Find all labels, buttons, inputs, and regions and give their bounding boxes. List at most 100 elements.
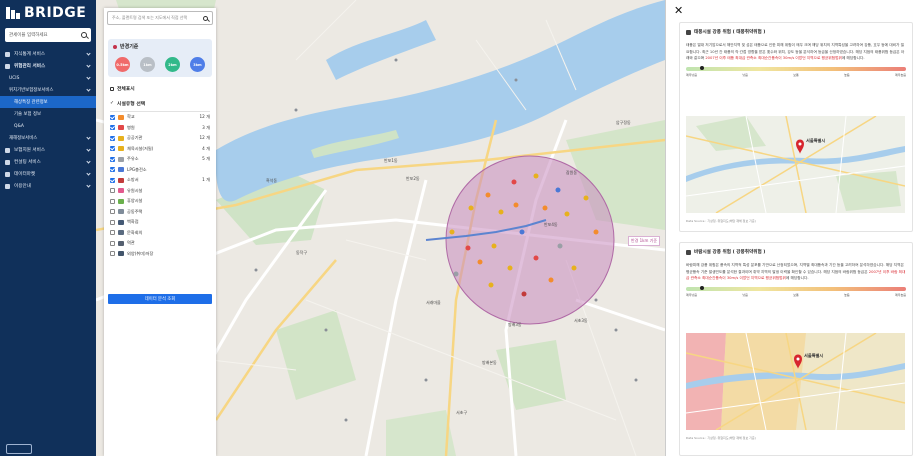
facility-row[interactable]: 학교 12 개 — [110, 112, 210, 123]
risk-level-label: 낮음 — [742, 72, 748, 77]
report-panel: ✕ 태풍시설 강풍 위험 ( 태풍취약위험 ) 태풍은 열대 저기압으로서 해안… — [665, 0, 918, 456]
facility-checkbox[interactable] — [110, 177, 115, 183]
analyze-button[interactable]: 데이터 분석 조회 — [108, 294, 212, 304]
brand-logo[interactable]: BRIDGE — [0, 0, 96, 26]
facility-row[interactable]: 유원시설 — [110, 186, 210, 197]
radius-option-3[interactable]: 3km — [190, 57, 205, 72]
facility-type-icon — [118, 135, 124, 141]
facility-checkbox[interactable] — [110, 230, 115, 236]
map-search-placeholder: 주소, 플랜트명 검색 또는 지도에서 직접 선택 — [112, 15, 188, 20]
radius-options: 0.5km 1km 2km 3km — [113, 57, 207, 72]
radius-selector: 반경기준 0.5km 1km 2km 3km — [108, 39, 212, 77]
facility-checkbox[interactable] — [110, 251, 115, 257]
facility-checkbox[interactable] — [110, 188, 115, 194]
facility-checkbox[interactable] — [110, 198, 115, 204]
sidebar-menu: 지식통계 서비스위험관리 서비스 UCIS 위치기반보험정보서비스 해상특징 관련정보… — [0, 48, 96, 192]
sidebar-item-8[interactable]: 보험지원 서비스 — [0, 144, 96, 156]
sidebar-item-label: 컨설팅 서비스 — [14, 160, 41, 165]
search-icon[interactable] — [81, 32, 87, 38]
facility-label: 휴양시설 — [127, 198, 143, 204]
sidebar-item-0[interactable]: 지식통계 서비스 — [0, 48, 96, 60]
sidebar-search-placeholder: 관세이율 입력하세요 — [9, 33, 48, 38]
map-place-label: 방배본동 — [482, 360, 497, 365]
facility-row[interactable]: 백화점 — [110, 217, 210, 228]
facility-count: 5 개 — [202, 156, 210, 162]
facility-row[interactable]: 체육시설(저밀) 4 개 — [110, 144, 210, 155]
sidebar-item-9[interactable]: 컨설팅 서비스 — [0, 156, 96, 168]
search-icon[interactable] — [203, 15, 208, 21]
map-search-input[interactable]: 주소, 플랜트명 검색 또는 지도에서 직접 선택 — [107, 11, 213, 25]
facility-checkbox[interactable] — [110, 209, 115, 215]
sidebar: BRIDGE 관세이율 입력하세요 지식통계 서비스위험관리 서비스 UCIS 위치… — [0, 0, 96, 456]
brand-name: BRIDGE — [24, 5, 87, 21]
facility-type-icon — [118, 156, 124, 162]
map-place-label: 잠원동 — [566, 170, 578, 175]
facility-label: LPG충전소 — [127, 166, 147, 172]
facility-row[interactable]: 역관 — [110, 238, 210, 249]
facility-row[interactable]: 외양(취미)저장 — [110, 249, 210, 260]
wind-card-text: 바람피해 강풍 위험은 풍속의 지역적 특성 분포를 기반으로 산정되었으며, … — [686, 263, 906, 281]
map-place-label: 방배3동 — [508, 322, 522, 327]
facility-label: 공동주택 — [127, 208, 143, 214]
sidebar-item-4[interactable]: 해상특징 관련정보 — [0, 96, 96, 108]
facility-row[interactable]: 주유소 5 개 — [110, 154, 210, 165]
facility-checkbox[interactable] — [110, 219, 115, 225]
filter-panel: 주소, 플랜트명 검색 또는 지도에서 직접 선택 반경기준 0.5km 1km 2… — [104, 8, 216, 456]
map-place-label: 반포4동 — [544, 222, 558, 227]
typhoon-risk-scale — [686, 65, 906, 71]
radius-dot-icon — [113, 44, 117, 49]
sidebar-item-11[interactable]: 이용안내 — [0, 180, 96, 192]
map-place-label: 서초구 — [456, 410, 468, 415]
sidebar-item-5[interactable]: 기술 보험 정보 — [0, 108, 96, 120]
facility-type-icon — [118, 198, 124, 204]
chevron-down-icon — [86, 135, 91, 140]
facility-label: 학교 — [127, 114, 135, 120]
facility-row[interactable]: 문화회의 — [110, 228, 210, 239]
facility-row[interactable]: 병원 3 개 — [110, 123, 210, 134]
facility-row[interactable]: 공동주택 — [110, 207, 210, 218]
footer-badge — [6, 444, 32, 454]
radius-option-0[interactable]: 0.5km — [115, 57, 130, 72]
facility-checkbox[interactable] — [110, 114, 115, 120]
facility-row[interactable]: 공공기관 12 개 — [110, 133, 210, 144]
sidebar-item-2[interactable]: UCIS — [0, 72, 96, 84]
facility-checkbox[interactable] — [110, 146, 115, 152]
facility-type-icon — [118, 125, 124, 131]
facility-count: 1 개 — [202, 177, 210, 183]
risk-level-label: 보통 — [793, 292, 799, 297]
map-place-label: 압구정동 — [616, 120, 631, 125]
menu-icon — [5, 159, 10, 165]
sidebar-search-input[interactable]: 관세이율 입력하세요 — [5, 28, 91, 42]
wind-card-title: 바람시설 강풍 위험 ( 강풍취약위험 ) — [694, 250, 766, 255]
facility-checkbox[interactable] — [110, 135, 115, 141]
facility-type-icon — [118, 209, 124, 215]
facility-type-icon — [118, 251, 124, 257]
sidebar-item-label: 데이터마켓 — [14, 172, 36, 177]
facility-checkbox[interactable] — [110, 240, 115, 246]
facility-checkbox[interactable] — [110, 167, 115, 173]
sidebar-item-6[interactable]: Q&A — [0, 120, 96, 132]
chevron-down-icon — [86, 159, 91, 164]
facility-checkbox[interactable] — [110, 125, 115, 131]
close-icon[interactable]: ✕ — [674, 4, 683, 17]
menu-icon — [5, 183, 10, 189]
sidebar-item-3[interactable]: 위치기반보험정보서비스 — [0, 84, 96, 96]
sidebar-item-10[interactable]: 데이터마켓 — [0, 168, 96, 180]
sidebar-item-label: UCIS — [9, 75, 20, 81]
facility-row[interactable]: LPG충전소 — [110, 165, 210, 176]
wind-mini-map: 서울특별시 — [686, 333, 905, 430]
facility-row[interactable]: 소방서 1 개 — [110, 175, 210, 186]
facility-row[interactable]: 휴양시설 — [110, 196, 210, 207]
facility-label: 문화회의 — [127, 229, 143, 235]
sidebar-item-label: 지식통계 서비스 — [14, 52, 46, 57]
sidebar-item-label: 기술 보험 정보 — [14, 112, 42, 117]
radius-option-2[interactable]: 2km — [165, 57, 180, 72]
sidebar-item-1[interactable]: 위험관리 서비스 — [0, 60, 96, 72]
risk-level-label: 매우낮음 — [686, 292, 698, 297]
wind-data-source: Data Source : 기상청, 위험지도(해당 재해 정보 기준) — [686, 436, 756, 440]
show-facility-toggle[interactable]: 전체표시 — [110, 85, 210, 92]
radius-option-1[interactable]: 1km — [140, 57, 155, 72]
chevron-down-icon — [86, 63, 91, 68]
facility-checkbox[interactable] — [110, 156, 115, 162]
sidebar-item-7[interactable]: 재해정보서비스 — [0, 132, 96, 144]
